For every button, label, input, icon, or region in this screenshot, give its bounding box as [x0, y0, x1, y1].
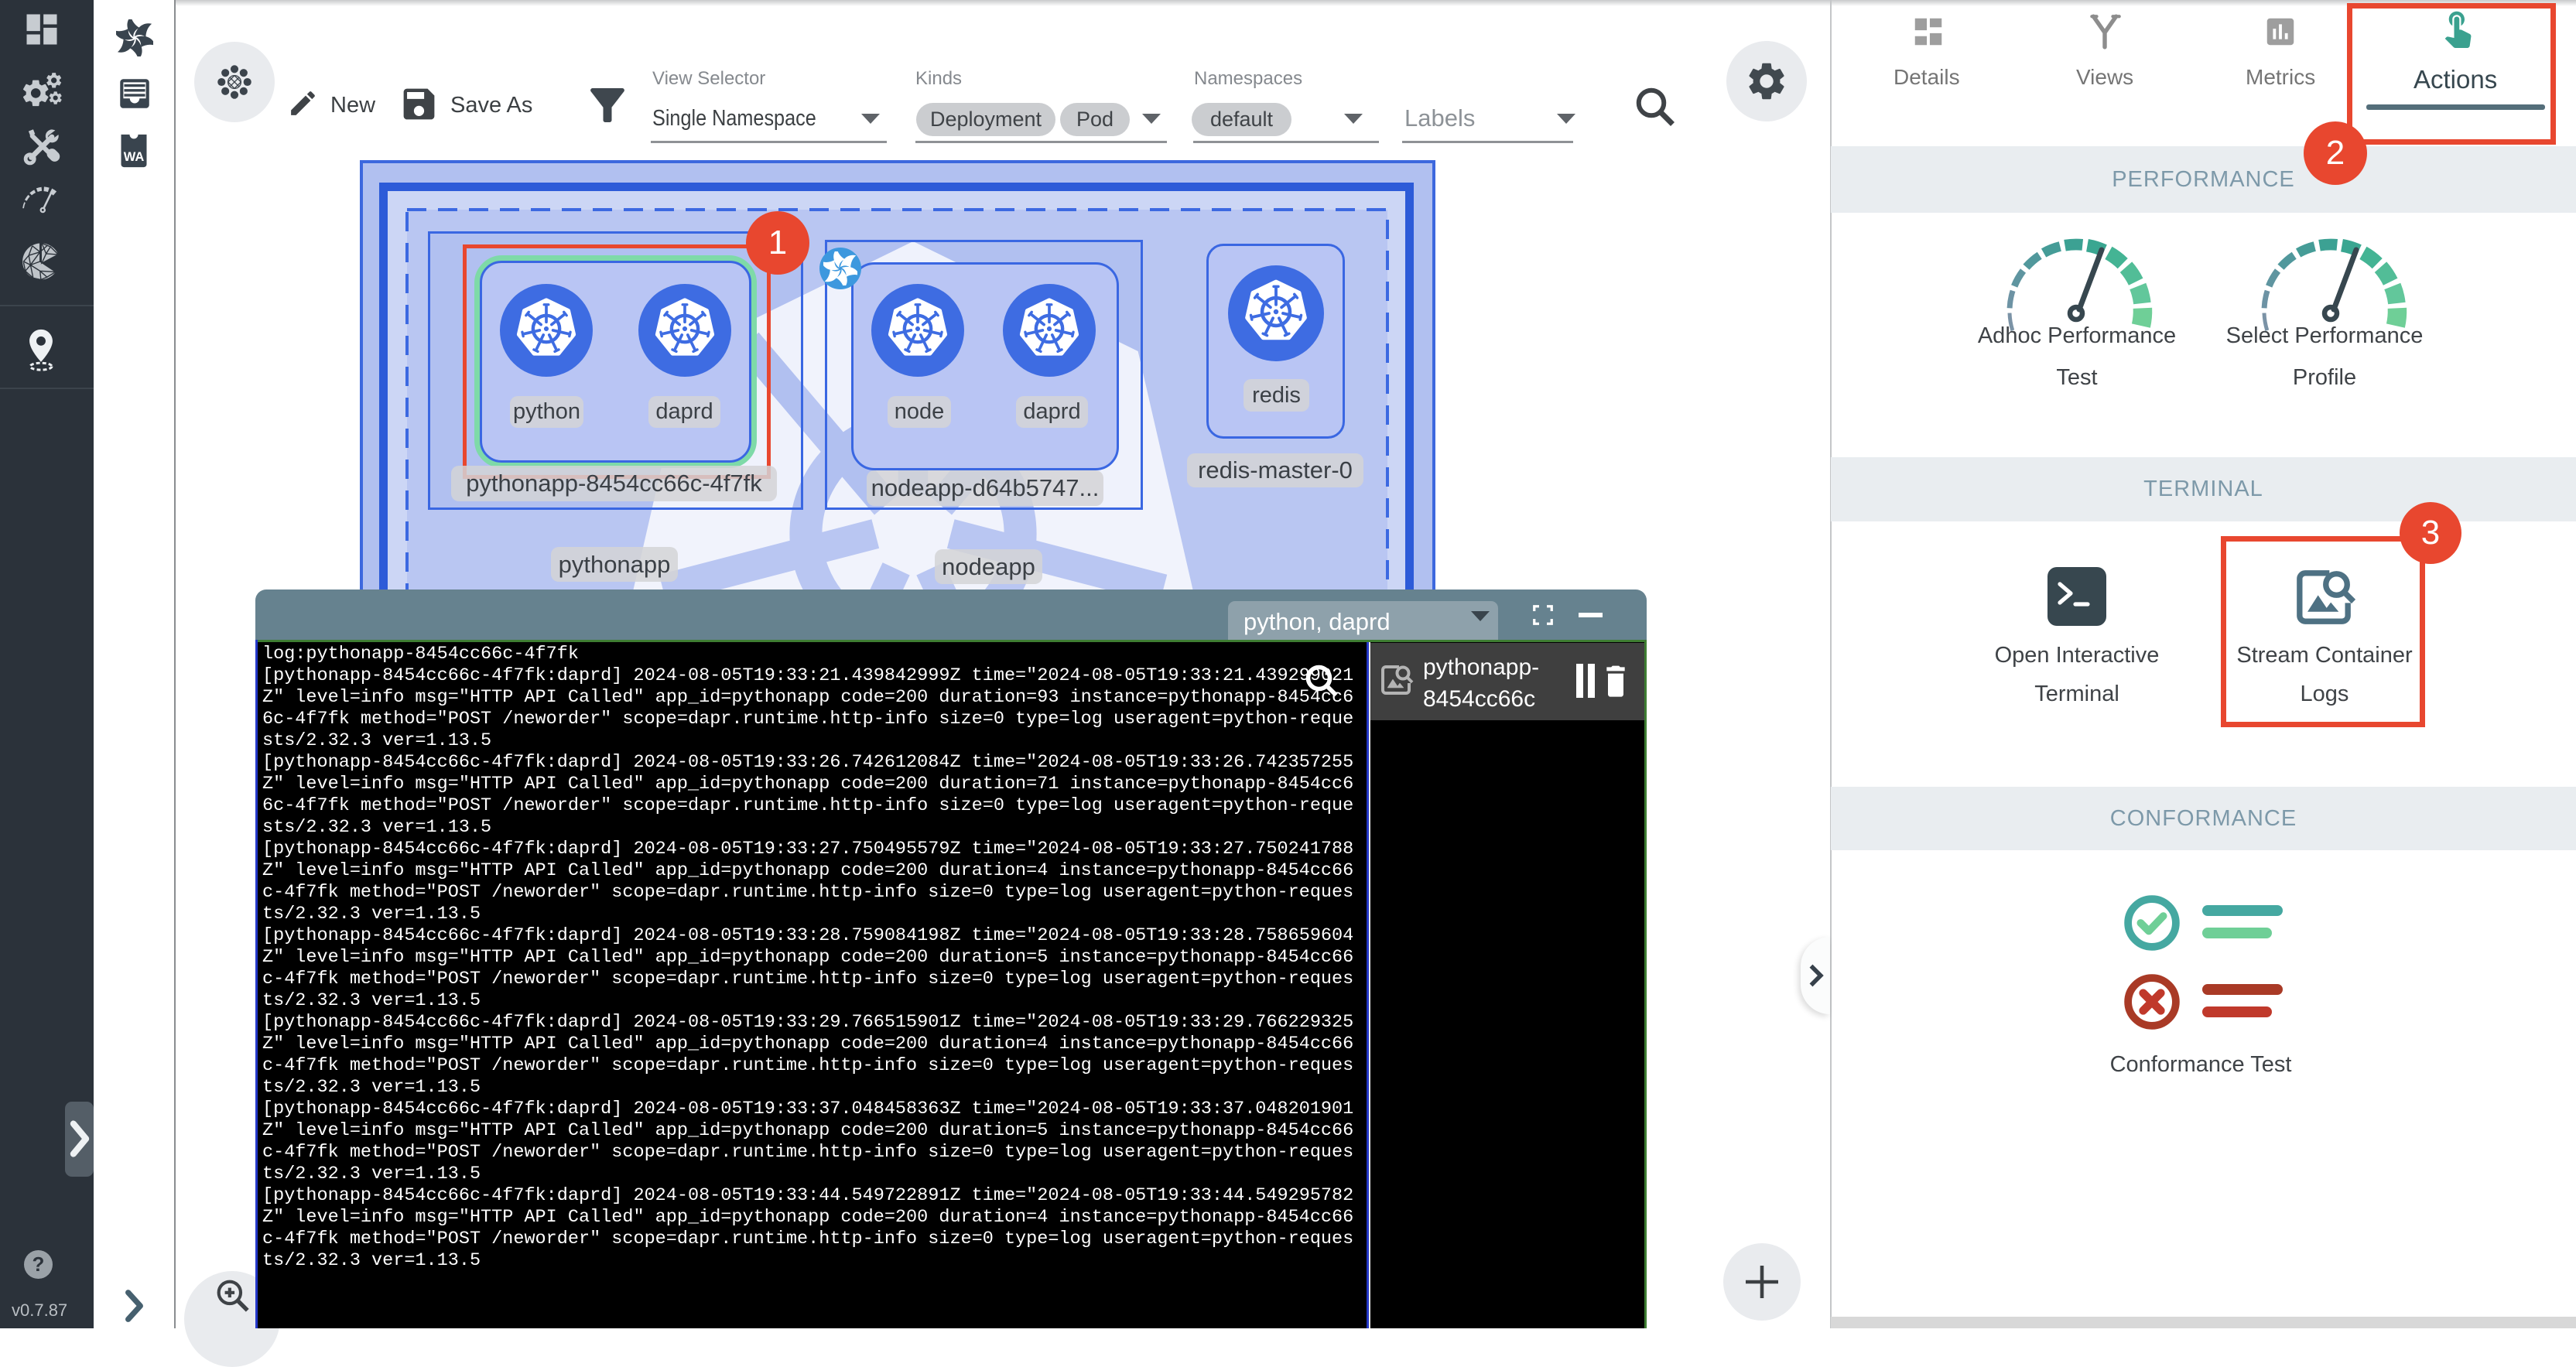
svg-text:WA: WA — [124, 150, 145, 164]
